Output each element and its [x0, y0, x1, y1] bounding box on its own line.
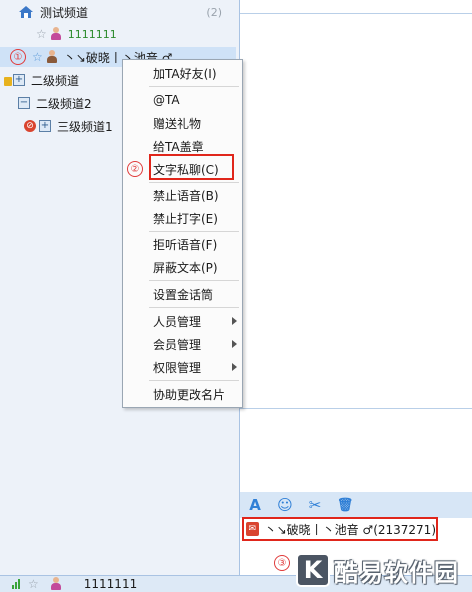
- menu-item-gift[interactable]: 赠送礼物: [123, 113, 242, 133]
- user-avatar-icon: [46, 50, 58, 64]
- menu-item-label: 人员管理: [153, 314, 202, 329]
- star-icon: ☆: [36, 27, 47, 41]
- signal-icon: [12, 579, 20, 589]
- menu-item-add-friend[interactable]: 加TA好友(I): [123, 63, 242, 83]
- expand-icon[interactable]: +: [13, 74, 25, 86]
- watermark: K 酷易软件园: [296, 548, 459, 592]
- subchannel-name: 三级频道1: [57, 119, 113, 134]
- chat-pane: A ☺ ✂ 🗑 ✉ 丶↘破晓丨丶池音 ♂(2137271) ③: [240, 0, 472, 575]
- menu-item-assist-card[interactable]: 协助更改名片: [123, 384, 242, 404]
- menu-item-label: 会员管理: [153, 337, 202, 352]
- menu-item-at[interactable]: @TA: [123, 90, 242, 110]
- marker-two: ②: [127, 161, 143, 177]
- tree-subchannel-row[interactable]: ⊘ + 三级频道1: [24, 116, 122, 136]
- menu-item-mute-voice[interactable]: 禁止语音(B): [123, 185, 242, 205]
- menu-separator: [149, 182, 239, 183]
- chat-header: [240, 0, 472, 14]
- user-avatar-icon: [50, 577, 62, 591]
- menu-item-label: 权限管理: [153, 360, 202, 375]
- home-icon: [19, 6, 33, 18]
- watermark-logo: K: [296, 553, 330, 587]
- forbidden-icon: ⊘: [24, 120, 36, 132]
- tree-user-row[interactable]: ☆ 1111111: [36, 24, 236, 44]
- root-channel-count: (2): [206, 5, 222, 19]
- collapse-icon[interactable]: −: [18, 97, 30, 109]
- emoji-icon[interactable]: ☺: [276, 496, 294, 514]
- star-icon: ☆: [28, 577, 39, 591]
- star-icon: ☆: [32, 50, 43, 64]
- status-user-id: 1111111: [83, 577, 138, 591]
- private-chat-highlight-box: [149, 154, 234, 180]
- menu-separator: [149, 380, 239, 381]
- tree-root-channel[interactable]: 测试频道 (2): [18, 2, 238, 22]
- menu-separator: [149, 231, 239, 232]
- user-id: 1111111: [67, 27, 117, 41]
- marker-one: ①: [10, 49, 26, 65]
- chat-toolbar: A ☺ ✂ 🗑: [240, 492, 472, 518]
- chat-icon: ✉: [246, 522, 259, 536]
- private-chat-target-label: 丶↘破晓丨丶池音 ♂(2137271): [264, 522, 436, 537]
- chat-input-area[interactable]: [240, 408, 472, 492]
- submenu-arrow-icon: [232, 340, 237, 348]
- menu-item-permission-management[interactable]: 权限管理: [123, 357, 242, 377]
- tree-subchannel-row[interactable]: + 二级频道: [4, 70, 120, 90]
- trash-icon[interactable]: 🗑: [336, 496, 354, 514]
- expand-icon[interactable]: +: [39, 120, 51, 132]
- marker-three: ③: [274, 555, 290, 571]
- watermark-text: 酷易软件园: [334, 558, 459, 587]
- private-chat-target[interactable]: ✉ 丶↘破晓丨丶池音 ♂(2137271): [242, 517, 438, 541]
- context-menu: 加TA好友(I) @TA 赠送礼物 给TA盖章 文字私聊(C) 禁止语音(B) …: [122, 59, 243, 408]
- menu-item-stamp[interactable]: 给TA盖章: [123, 136, 242, 156]
- scissors-icon[interactable]: ✂: [306, 496, 324, 514]
- lock-icon: [4, 76, 12, 86]
- user-avatar-icon: [50, 27, 62, 41]
- menu-separator: [149, 307, 239, 308]
- menu-separator: [149, 280, 239, 281]
- menu-item-staff-management[interactable]: 人员管理: [123, 311, 242, 331]
- tree-subchannel-row[interactable]: − 二级频道2: [18, 93, 122, 113]
- menu-item-golden-mic[interactable]: 设置金话筒: [123, 284, 242, 304]
- root-channel-name: 测试频道: [40, 5, 89, 20]
- font-icon[interactable]: A: [246, 496, 264, 514]
- menu-item-refuse-voice[interactable]: 拒听语音(F): [123, 234, 242, 254]
- subchannel-name: 二级频道2: [36, 96, 92, 111]
- menu-item-member-management[interactable]: 会员管理: [123, 334, 242, 354]
- submenu-arrow-icon: [232, 317, 237, 325]
- submenu-arrow-icon: [232, 363, 237, 371]
- subchannel-name: 二级频道: [31, 73, 80, 88]
- menu-separator: [149, 86, 239, 87]
- menu-item-block-text[interactable]: 屏蔽文本(P): [123, 257, 242, 277]
- menu-item-mute-text[interactable]: 禁止打字(E): [123, 208, 242, 228]
